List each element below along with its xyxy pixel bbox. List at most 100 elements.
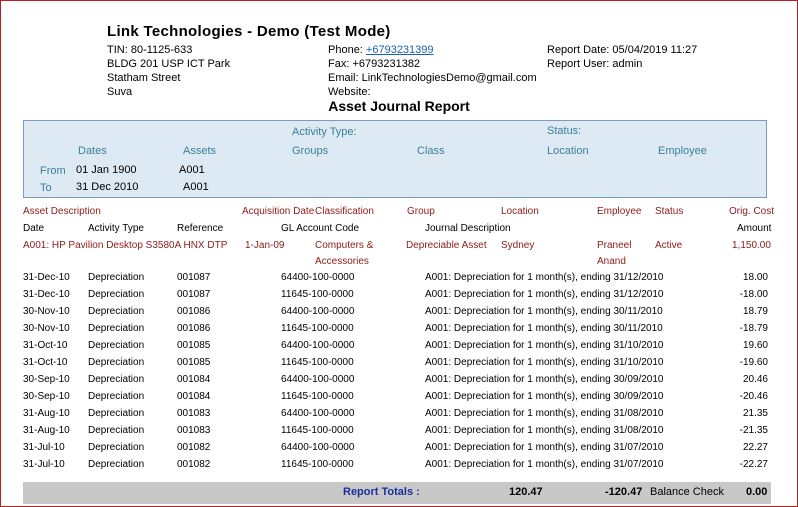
table-row: 31-Dec-10 Depreciation 001087 11645-100-000… <box>0 287 798 304</box>
row-activity-type: Depreciation <box>88 408 145 419</box>
col-classification: Classification <box>315 206 374 217</box>
table-row: 30-Sep-10 Depreciation 001084 64400-100-000… <box>0 372 798 389</box>
row-date: 31-Aug-10 <box>23 425 70 436</box>
row-amount: 20.46 <box>742 374 768 385</box>
col-acquisition-date: Acquisition Date <box>242 206 315 217</box>
row-amount: 22.27 <box>742 442 768 453</box>
col-location: Location <box>501 206 539 217</box>
filter-dates-label: Dates <box>78 145 107 157</box>
totals-debit: 120.47 <box>509 486 543 498</box>
totals-credit: -120.47 <box>605 486 643 498</box>
asset-classification-line1: Computers & <box>315 240 374 251</box>
row-amount: 18.00 <box>742 272 768 283</box>
col-gl-account: GL Account Code <box>281 223 360 234</box>
row-activity-type: Depreciation <box>88 272 145 283</box>
row-reference: 001084 <box>177 374 211 385</box>
report-date: Report Date: 05/04/2019 11:27 <box>547 44 698 56</box>
row-journal-description: A001: Depreciation for 1 month(s), endin… <box>425 391 664 402</box>
row-reference: 001087 <box>177 289 211 300</box>
company-address-line1: BLDG 201 USP ICT Park <box>107 58 231 70</box>
row-gl-account: 64400-100-0000 <box>281 408 355 419</box>
filter-activity-type-label: Activity Type: <box>292 126 357 138</box>
asset-status: Active <box>655 240 683 251</box>
row-journal-description: A001: Depreciation for 1 month(s), endin… <box>425 374 664 385</box>
row-activity-type: Depreciation <box>88 374 145 385</box>
asset-employee-line2: Anand <box>597 256 626 267</box>
filter-status-label: Status: <box>547 125 582 137</box>
row-date: 31-Oct-10 <box>23 357 68 368</box>
row-reference: 001082 <box>177 442 211 453</box>
col-orig-cost: Orig. Cost <box>729 206 775 217</box>
table-row: 30-Nov-10 Depreciation 001086 11645-100-000… <box>0 321 798 338</box>
row-date: 31-Oct-10 <box>23 340 68 351</box>
row-gl-account: 64400-100-0000 <box>281 306 355 317</box>
filter-from-asset: A001 <box>179 164 205 176</box>
row-date: 30-Sep-10 <box>23 391 70 402</box>
company-address-block: TIN: 80-1125-633 BLDG 201 USP ICT Park S… <box>107 43 230 99</box>
row-gl-account: 64400-100-0000 <box>281 442 355 453</box>
row-amount: -18.79 <box>739 323 768 334</box>
asset-location: Sydney <box>501 240 535 251</box>
col-amount: Amount <box>737 223 772 234</box>
filter-location-label: Location <box>547 145 589 157</box>
phone-line: Phone: +6793231399 <box>328 43 537 57</box>
row-reference: 001086 <box>177 306 211 317</box>
filter-employee-label: Employee <box>658 145 707 157</box>
col-journal-description: Journal Description <box>425 223 511 234</box>
fax-line: Fax: +6793231382 <box>328 58 421 70</box>
row-gl-account: 64400-100-0000 <box>281 272 355 283</box>
table-row: 31-Oct-10 Depreciation 001085 11645-100-000… <box>0 355 798 372</box>
report-meta-block: Report Date: 05/04/2019 11:27 Report Use… <box>547 43 697 71</box>
row-journal-description: A001: Depreciation for 1 month(s), endin… <box>425 289 664 300</box>
row-journal-description: A001: Depreciation for 1 month(s), endin… <box>425 459 664 470</box>
phone-label: Phone: <box>328 44 366 56</box>
table-row: 31-Oct-10 Depreciation 001085 64400-100-000… <box>0 338 798 355</box>
col-group: Group <box>407 206 435 217</box>
row-journal-description: A001: Depreciation for 1 month(s), endin… <box>425 272 664 283</box>
row-amount: 21.35 <box>742 408 768 419</box>
row-reference: 001082 <box>177 459 211 470</box>
row-reference: 001085 <box>177 340 211 351</box>
row-activity-type: Depreciation <box>88 459 145 470</box>
balance-check-value: 0.00 <box>746 486 768 498</box>
row-date: 31-Jul-10 <box>23 459 65 470</box>
col-employee: Employee <box>597 206 642 217</box>
table-row: 31-Dec-10 Depreciation 001087 64400-100-000… <box>0 270 798 287</box>
row-amount: -22.27 <box>739 459 768 470</box>
row-journal-description: A001: Depreciation for 1 month(s), endin… <box>425 323 663 334</box>
filter-panel: Activity Type: Status: Dates Assets Grou… <box>23 120 767 198</box>
asset-orig-cost: 1,150.00 <box>732 240 771 251</box>
row-reference: 001083 <box>177 425 211 436</box>
company-tin: TIN: 80-1125-633 <box>107 44 193 56</box>
email-line: Email: LinkTechnologiesDemo@gmail.com <box>328 72 537 84</box>
filter-groups-label: Groups <box>292 145 329 157</box>
filter-to-label: To <box>40 182 52 194</box>
row-activity-type: Depreciation <box>88 442 145 453</box>
table-row: 31-Jul-10 Depreciation 001082 64400-100-000… <box>0 440 798 457</box>
row-journal-description: A001: Depreciation for 1 month(s), endin… <box>425 408 664 419</box>
row-activity-type: Depreciation <box>88 340 145 351</box>
row-date: 31-Aug-10 <box>23 408 70 419</box>
col-asset-description: Asset Description <box>23 206 101 217</box>
row-activity-type: Depreciation <box>88 323 145 334</box>
col-activity-type: Activity Type <box>88 223 144 234</box>
row-date: 30-Nov-10 <box>23 323 70 334</box>
row-journal-description: A001: Depreciation for 1 month(s), endin… <box>425 306 663 317</box>
row-gl-account: 64400-100-0000 <box>281 340 355 351</box>
asset-classification-line2: Accessories <box>315 256 369 267</box>
table-row: 30-Sep-10 Depreciation 001084 11645-100-000… <box>0 389 798 406</box>
phone-link[interactable]: +6793231399 <box>366 44 434 56</box>
row-amount: 19.60 <box>742 340 768 351</box>
report-user: Report User: admin <box>547 58 643 70</box>
asset-acquisition-date: 1-Jan-09 <box>245 240 285 251</box>
row-amount: -18.00 <box>739 289 768 300</box>
col-date: Date <box>23 223 45 234</box>
row-date: 31-Jul-10 <box>23 442 65 453</box>
row-amount: 18.79 <box>742 306 768 317</box>
row-gl-account: 11645-100-0000 <box>281 289 354 300</box>
row-reference: 001083 <box>177 408 211 419</box>
filter-class-label: Class <box>417 145 445 157</box>
row-gl-account: 11645-100-0000 <box>281 425 354 436</box>
row-journal-description: A001: Depreciation for 1 month(s), endin… <box>425 442 664 453</box>
row-date: 31-Dec-10 <box>23 272 70 283</box>
